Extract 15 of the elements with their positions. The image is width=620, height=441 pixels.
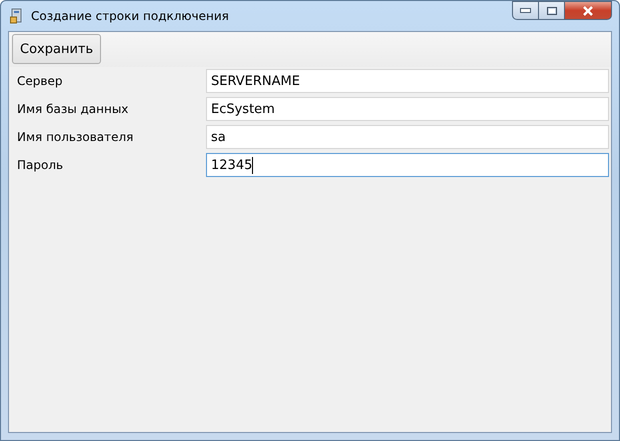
field-label: Имя базы данных: [17, 102, 130, 116]
window-title: Создание строки подключения: [31, 9, 229, 23]
field-label: Имя пользователя: [17, 130, 134, 144]
field-label: Пароль: [17, 158, 64, 172]
close-button[interactable]: [565, 1, 612, 20]
input-field[interactable]: sa: [206, 125, 609, 149]
close-icon: [582, 6, 594, 16]
input-field[interactable]: EcSystem: [206, 97, 609, 121]
save-button[interactable]: Сохранить: [12, 34, 102, 64]
maximize-button[interactable]: [539, 1, 565, 20]
input-field[interactable]: SERVERNAME: [206, 69, 609, 93]
input-field[interactable]: 12345: [206, 153, 609, 177]
field-label: Сервер: [17, 74, 64, 88]
minimize-button[interactable]: [512, 1, 539, 20]
app-icon: [10, 8, 24, 24]
